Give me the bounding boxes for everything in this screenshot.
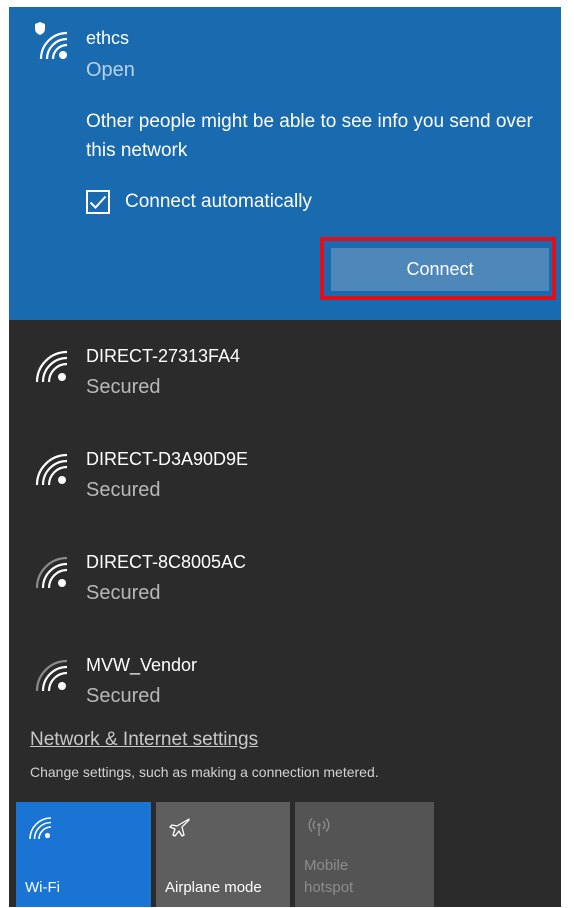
network-status: Secured [86, 685, 161, 707]
wifi-toggle-tile[interactable]: Wi-Fi [16, 802, 151, 907]
security-warning: Other people might be able to see info y… [86, 111, 533, 161]
network-name: DIRECT-8C8005AC [86, 552, 247, 572]
mobile-hotspot-tile[interactable]: Mobile hotspot [295, 802, 434, 907]
mobile-hotspot-label-line1: Mobile [304, 857, 349, 874]
network-name: MVW_Vendor [86, 655, 198, 675]
connect-automatically-row[interactable]: Connect automatically [86, 188, 312, 216]
wifi-signal-icon [35, 556, 68, 589]
wifi-tile-label: Wi-Fi [25, 879, 60, 896]
connect-automatically-checkbox[interactable] [86, 190, 110, 214]
selected-network-panel[interactable]: ethcs Open Other people might be able to… [9, 7, 561, 320]
network-settings-description: Change settings, such as making a connec… [30, 764, 379, 780]
network-item-direct-d3a90d9e[interactable]: DIRECT-D3A90D9E Secured [9, 431, 561, 533]
network-status: Secured [86, 376, 161, 398]
network-item-direct-27313fa4[interactable]: DIRECT-27313FA4 Secured [9, 328, 561, 430]
network-item-direct-8c8005ac[interactable]: DIRECT-8C8005AC Secured [9, 534, 561, 636]
mobile-hotspot-label-line2: hotspot [304, 879, 354, 896]
airplane-icon [169, 818, 190, 837]
checkmark-icon [89, 195, 107, 209]
connect-button[interactable]: Connect [331, 248, 549, 291]
network-name: DIRECT-27313FA4 [86, 346, 241, 366]
airplane-mode-tile[interactable]: Airplane mode [156, 802, 290, 907]
network-item-mvw-vendor[interactable]: MVW_Vendor Secured [9, 637, 561, 739]
network-flyout: ethcs Open Other people might be able to… [9, 7, 561, 907]
selected-network-name: ethcs [86, 28, 130, 48]
connect-automatically-label: Connect automatically [125, 191, 312, 212]
selected-network-status: Open [86, 59, 135, 81]
network-status: Secured [86, 582, 161, 604]
mobile-hotspot-label: Mobile hotspot [304, 855, 353, 899]
network-status: Secured [86, 479, 161, 501]
wifi-signal-icon [35, 659, 68, 692]
airplane-mode-label: Airplane mode [165, 879, 262, 896]
wifi-shield-icon [35, 22, 68, 60]
wifi-icon [29, 817, 52, 840]
hotspot-icon [308, 817, 330, 836]
wifi-signal-icon [35, 453, 68, 486]
wifi-signal-icon [35, 350, 68, 383]
network-name: DIRECT-D3A90D9E [86, 449, 249, 469]
network-settings-link[interactable]: Network & Internet settings [30, 729, 258, 751]
